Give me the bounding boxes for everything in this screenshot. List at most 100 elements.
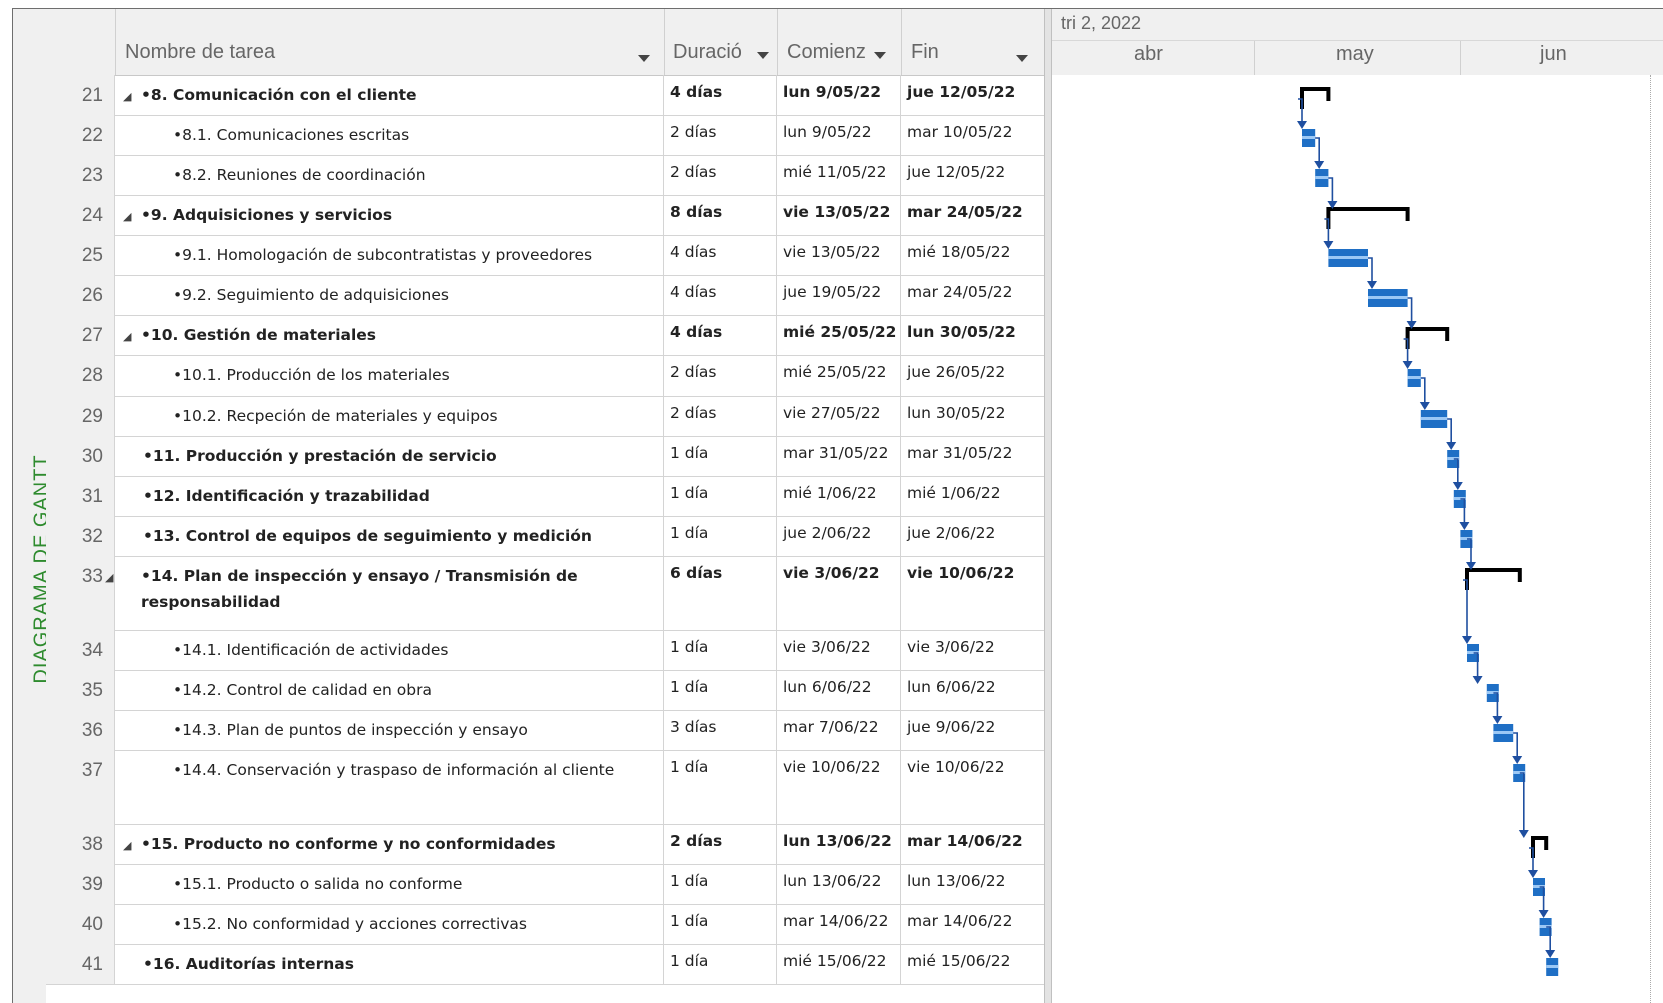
task-name-cell[interactable]: •16. Auditorías internas [115,944,664,984]
task-name-cell[interactable]: •10.2. Recpeción de materiales y equipos [115,396,664,436]
start-cell[interactable]: lun 9/05/22 [777,115,901,155]
table-row[interactable]: 33 ◢ •14. Plan de inspección y ensayo / Tr… [46,556,1044,631]
row-id[interactable]: 34 [46,630,115,670]
task-name-cell[interactable]: •14.4. Conservación y traspaso de inform… [115,750,664,824]
duration-cell[interactable]: 1 día [664,630,777,670]
end-cell[interactable]: lun 13/06/22 [901,864,1025,904]
duration-cell[interactable]: 4 días [664,275,777,315]
table-row[interactable]: 28 •10.1. Producción de los materiales 2 d… [46,355,1044,397]
table-row[interactable]: 24 ◢ •9. Adquisiciones y servicios 8 días vi… [46,195,1044,236]
start-cell[interactable]: mié 1/06/22 [777,476,901,516]
start-cell[interactable]: mar 31/05/22 [777,436,901,476]
duration-cell[interactable]: 4 días [664,235,777,275]
task-name-cell[interactable]: •8.1. Comunicaciones escritas [115,115,664,155]
row-id[interactable]: 21 [46,75,115,115]
row-id[interactable]: 40 [46,904,115,944]
duration-cell[interactable]: 1 día [664,476,777,516]
start-cell[interactable]: vie 13/05/22 [777,235,901,275]
collapse-icon[interactable]: ◢ [105,565,141,590]
task-name-cell[interactable]: •13. Control de equipos de seguimiento y… [115,516,664,556]
chevron-down-icon[interactable] [1016,55,1028,62]
end-cell[interactable]: jue 26/05/22 [901,355,1025,396]
row-id[interactable]: 28 [46,355,115,396]
start-cell[interactable]: vie 3/06/22 [777,630,901,670]
start-cell[interactable]: vie 27/05/22 [777,396,901,436]
task-name-cell[interactable]: •14.2. Control de calidad en obra [115,670,664,710]
row-id[interactable]: 29 [46,396,115,436]
start-cell[interactable]: mié 15/06/22 [777,944,901,984]
task-name-cell[interactable]: •15.1. Producto o salida no conforme [115,864,664,904]
end-cell[interactable]: vie 10/06/22 [901,556,1025,630]
task-name-cell[interactable]: ◢ •8. Comunicación con el cliente [115,75,664,115]
duration-cell[interactable]: 1 día [664,864,777,904]
collapse-icon[interactable]: ◢ [123,204,141,229]
row-id[interactable]: 36 [46,710,115,750]
row-id[interactable]: 39 [46,864,115,904]
collapse-icon[interactable]: ◢ [123,833,141,858]
row-id[interactable]: 22 [46,115,115,155]
duration-cell[interactable]: 1 día [664,750,777,824]
table-row[interactable]: 30 •11. Producción y prestación de servic… [46,436,1044,477]
end-cell[interactable]: lun 6/06/22 [901,670,1025,710]
start-cell[interactable]: lun 6/06/22 [777,670,901,710]
table-row[interactable]: 22 •8.1. Comunicaciones escritas 2 días lun… [46,115,1044,156]
end-cell[interactable]: mar 14/06/22 [901,824,1025,864]
duration-cell[interactable]: 1 día [664,944,777,984]
end-cell[interactable]: jue 9/06/22 [901,710,1025,750]
table-row[interactable]: 32 •13. Control de equipos de seguimiento… [46,516,1044,557]
row-id[interactable]: 38 [46,824,115,864]
table-row[interactable]: 34 •14.1. Identificación de actividades 1 … [46,630,1044,671]
collapse-icon[interactable]: ◢ [123,324,141,349]
pane-splitter[interactable] [1044,9,1052,1003]
start-cell[interactable]: mar 7/06/22 [777,710,901,750]
duration-cell[interactable]: 1 día [664,904,777,944]
task-name-cell[interactable]: •9.2. Seguimiento de adquisiciones [115,275,664,315]
end-cell[interactable]: mié 15/06/22 [901,944,1025,984]
column-header-end[interactable]: Fin [902,9,1044,75]
duration-cell[interactable]: 2 días [664,824,777,864]
collapse-icon[interactable]: ◢ [123,84,141,109]
start-cell[interactable]: mié 25/05/22 [777,315,901,355]
task-name-cell[interactable]: •11. Producción y prestación de servicio [115,436,664,476]
end-cell[interactable]: jue 2/06/22 [901,516,1025,556]
row-id[interactable]: 32 [46,516,115,556]
table-row[interactable]: 27 ◢ •10. Gestión de materiales 4 días mié 2… [46,315,1044,356]
duration-cell[interactable]: 6 días [664,556,777,630]
start-cell[interactable]: jue 19/05/22 [777,275,901,315]
duration-cell[interactable]: 1 día [664,670,777,710]
duration-cell[interactable]: 4 días [664,315,777,355]
duration-cell[interactable]: 1 día [664,516,777,556]
start-cell[interactable]: lun 9/05/22 [777,75,901,115]
task-name-cell[interactable]: ◢ •10. Gestión de materiales [115,315,664,355]
task-name-cell[interactable]: •12. Identificación y trazabilidad [115,476,664,516]
end-cell[interactable]: mar 14/06/22 [901,904,1025,944]
task-name-cell[interactable]: •10.1. Producción de los materiales [115,355,664,396]
task-name-cell[interactable]: ◢ •14. Plan de inspección y ensayo / Tran… [105,556,664,630]
start-cell[interactable]: mié 25/05/22 [777,355,901,396]
duration-cell[interactable]: 2 días [664,396,777,436]
view-bar[interactable]: DIAGRAMA DE GANTT [13,9,53,1003]
task-name-cell[interactable]: •9.1. Homologación de subcontratistas y … [115,235,664,275]
task-name-cell[interactable]: ◢ •9. Adquisiciones y servicios [115,195,664,235]
task-name-cell[interactable]: •8.2. Reuniones de coordinación [115,155,664,195]
table-row[interactable]: 41 •16. Auditorías internas 1 día mié 15/06… [46,944,1044,985]
end-cell[interactable]: mar 10/05/22 [901,115,1025,155]
duration-cell[interactable]: 2 días [664,155,777,195]
table-row[interactable]: 36 •14.3. Plan de puntos de inspección y … [46,710,1044,751]
table-row[interactable]: 37 •14.4. Conservación y traspaso de info… [46,750,1044,825]
task-name-cell[interactable]: •14.1. Identificación de actividades [115,630,664,670]
end-cell[interactable]: vie 3/06/22 [901,630,1025,670]
chevron-down-icon[interactable] [874,52,886,59]
table-row[interactable]: 40 •15.2. No conformidad y acciones corre… [46,904,1044,945]
duration-cell[interactable]: 2 días [664,115,777,155]
start-cell[interactable]: jue 2/06/22 [777,516,901,556]
table-row[interactable]: 39 •15.1. Producto o salida no conforme 1 … [46,864,1044,905]
task-name-cell[interactable]: ◢ •15. Producto no conforme y no conformi… [115,824,664,864]
task-name-cell[interactable]: •14.3. Plan de puntos de inspección y en… [115,710,664,750]
end-cell[interactable]: mar 31/05/22 [901,436,1025,476]
end-cell[interactable]: jue 12/05/22 [901,75,1025,115]
column-header-name[interactable]: Nombre de tarea [116,9,664,75]
table-row[interactable]: 23 •8.2. Reuniones de coordinación 2 días m… [46,155,1044,196]
task-name-cell[interactable]: •15.2. No conformidad y acciones correct… [115,904,664,944]
end-cell[interactable]: mié 1/06/22 [901,476,1025,516]
